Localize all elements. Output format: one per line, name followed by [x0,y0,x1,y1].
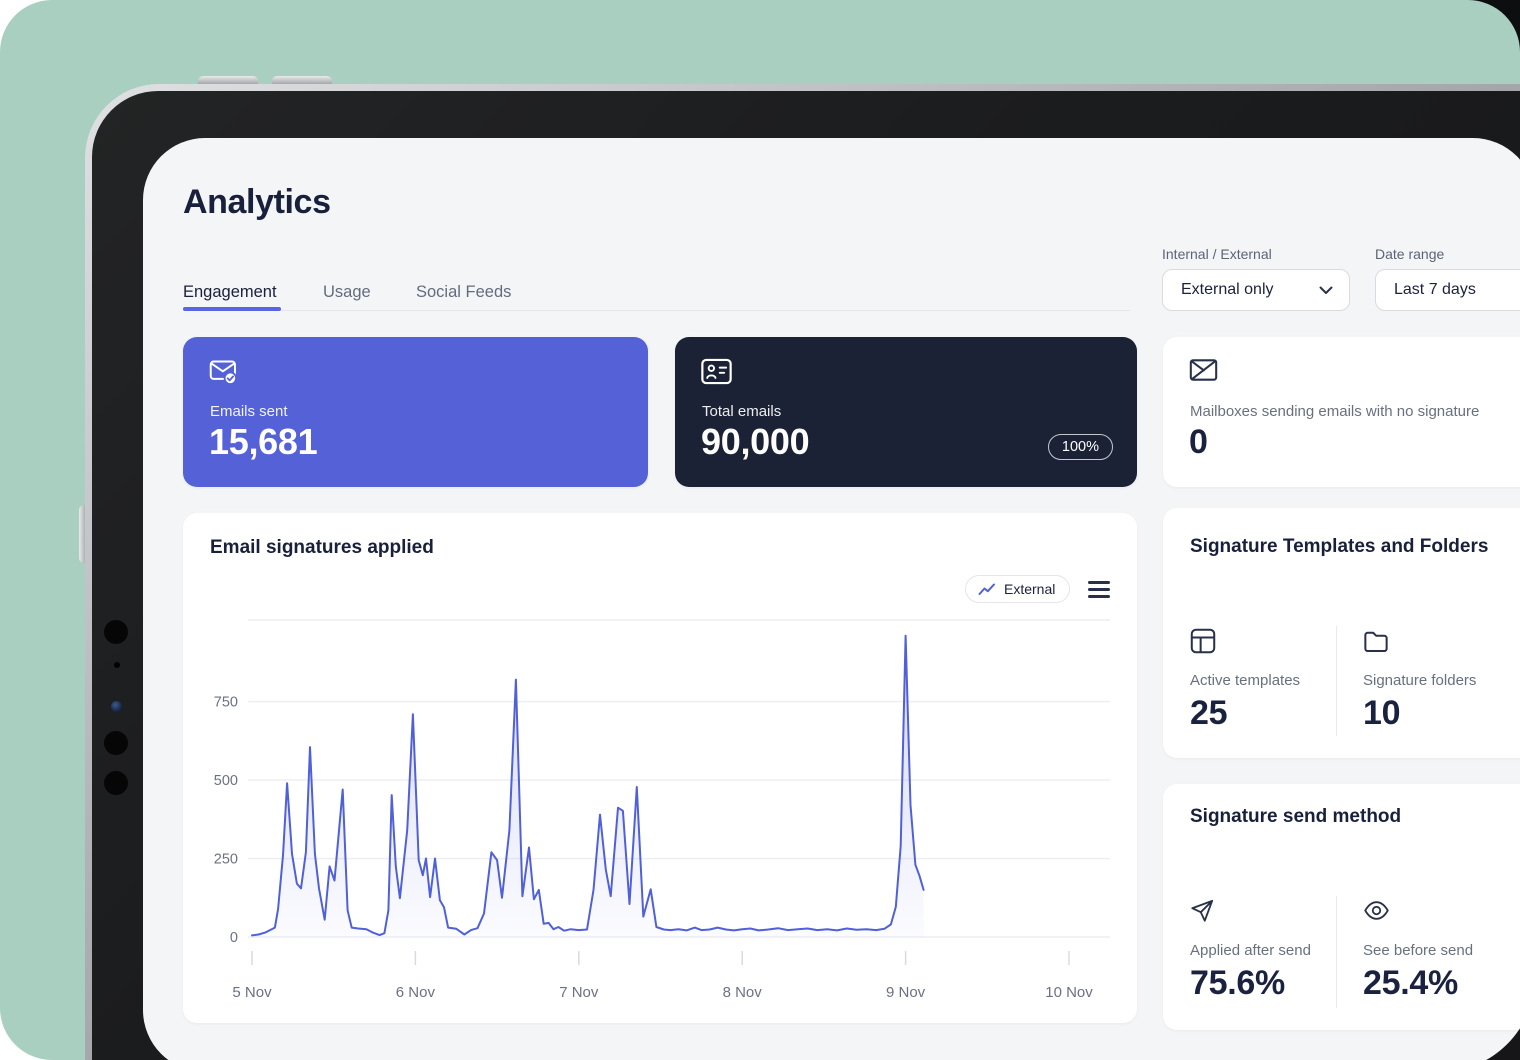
tabs-divider [183,310,1130,312]
emails-sent-value: 15,681 [209,421,317,463]
svg-text:7 Nov: 7 Nov [559,984,599,1001]
svg-text:9 Nov: 9 Nov [886,984,926,1001]
tab-engagement[interactable]: Engagement [183,283,277,302]
active-templates-value: 25 [1190,694,1227,733]
page: Analytics Engagement Usage Social Feeds … [0,0,1520,1060]
date-range-label: Date range [1375,246,1444,262]
legend-external-toggle[interactable]: External [965,575,1070,603]
eye-icon [1363,898,1390,923]
tab-usage[interactable]: Usage [323,283,371,302]
envelope-check-icon [209,358,239,387]
see-before-send-value: 25.4% [1363,964,1458,1003]
internal-external-value: External only [1181,281,1319,299]
tablet-camera-icon [104,771,128,795]
internal-external-select[interactable]: External only [1162,269,1350,311]
envelope-slash-icon [1189,357,1218,383]
send-plane-icon [1190,898,1215,923]
tablet-camera-icon [104,731,128,755]
internal-external-label: Internal / External [1162,246,1272,262]
svg-text:5 Nov: 5 Nov [232,984,272,1001]
active-templates-label: Active templates [1190,672,1300,689]
emails-sent-card: Emails sent 15,681 [183,337,648,487]
svg-text:500: 500 [214,773,238,789]
vertical-divider [1336,626,1337,736]
tab-social-feeds[interactable]: Social Feeds [416,283,511,302]
chart-area: 0 250 500 750 5 Nov 6 Nov 7 Nov 8 Nov 9 Nov 10 No… [210,613,1110,1013]
emails-sent-label: Emails sent [210,403,288,420]
chevron-down-icon [1319,286,1333,295]
tablet-camera-icon [104,620,128,644]
email-signatures-chart-card: Email signatures applied External 0 250 50… [183,513,1137,1023]
total-emails-card: Total emails 90,000 100% [675,337,1137,487]
active-tab-underline [183,307,281,311]
svg-text:8 Nov: 8 Nov [723,984,763,1001]
date-range-value: Last 7 days [1394,281,1520,299]
no-signature-card: Mailboxes sending emails with no signatu… [1163,337,1520,487]
total-emails-value: 90,000 [701,421,809,463]
folder-icon [1363,628,1389,654]
signature-folders-label: Signature folders [1363,672,1476,689]
tablet-camera-lens [111,701,122,712]
svg-text:750: 750 [214,695,238,711]
hamburger-menu-icon[interactable] [1088,581,1110,598]
svg-text:0: 0 [230,930,238,946]
email-signatures-chart: 0 250 500 750 5 Nov 6 Nov 7 Nov 8 Nov 9 Nov 10 No… [210,613,1110,1013]
see-before-send-label: See before send [1363,942,1473,959]
trend-line-icon [978,583,996,596]
signature-folders-value: 10 [1363,694,1400,733]
svg-text:250: 250 [214,852,238,868]
page-title: Analytics [183,183,331,222]
date-range-select[interactable]: Last 7 days [1375,269,1520,311]
templates-card-title: Signature Templates and Folders [1190,536,1488,558]
total-emails-label: Total emails [702,403,781,420]
contact-card-icon [701,358,732,385]
send-method-card: Signature send method Applied after send… [1163,784,1520,1030]
vertical-divider [1336,896,1337,1008]
no-signature-value: 0 [1189,423,1208,462]
tablet-mic-dot [114,662,120,668]
percent-badge: 100% [1048,434,1113,460]
send-method-card-title: Signature send method [1190,806,1401,828]
templates-folders-card: Signature Templates and Folders Active t… [1163,508,1520,758]
chart-title: Email signatures applied [210,537,434,559]
svg-text:6 Nov: 6 Nov [396,984,436,1001]
svg-text:10 Nov: 10 Nov [1045,984,1093,1001]
no-signature-label: Mailboxes sending emails with no signatu… [1190,403,1479,420]
tablet-screen: Analytics Engagement Usage Social Feeds … [143,138,1520,1060]
legend-label: External [1004,581,1055,597]
applied-after-send-label: Applied after send [1190,942,1311,959]
applied-after-send-value: 75.6% [1190,964,1285,1003]
template-icon [1190,628,1216,654]
